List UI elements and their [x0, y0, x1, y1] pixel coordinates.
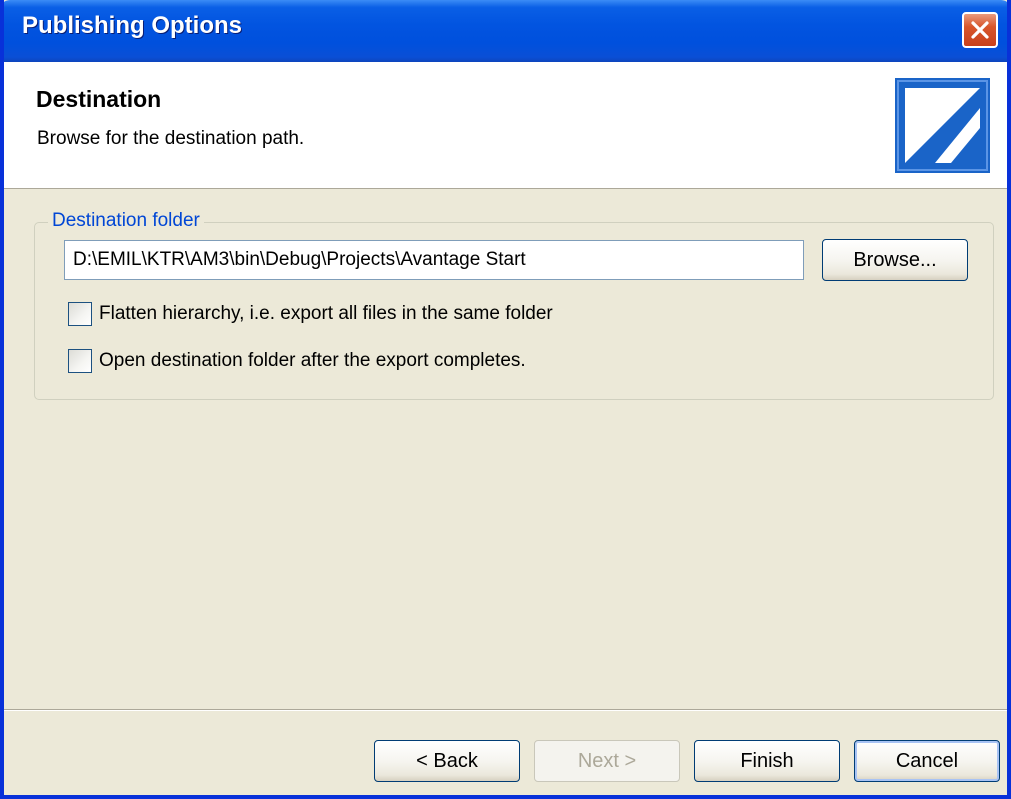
close-icon: [969, 19, 991, 41]
open-folder-checkbox[interactable]: [68, 349, 92, 373]
flatten-hierarchy-checkbox[interactable]: [68, 302, 92, 326]
open-folder-label: Open destination folder after the export…: [99, 350, 526, 371]
wizard-header: Destination Browse for the destination p…: [4, 62, 1007, 189]
app-logo-icon: [895, 78, 990, 173]
close-button[interactable]: [962, 12, 998, 48]
next-button[interactable]: Next >: [534, 740, 680, 782]
title-bar[interactable]: Publishing Options: [4, 0, 1007, 62]
cancel-button[interactable]: Cancel: [854, 740, 1000, 782]
finish-button[interactable]: Finish: [694, 740, 840, 782]
open-folder-option[interactable]: Open destination folder after the export…: [68, 348, 526, 374]
flatten-hierarchy-label: Flatten hierarchy, i.e. export all files…: [99, 303, 553, 324]
publishing-options-dialog: Publishing Options Destination Browse fo…: [0, 0, 1011, 799]
flatten-hierarchy-option[interactable]: Flatten hierarchy, i.e. export all files…: [68, 301, 553, 327]
window-title: Publishing Options: [22, 12, 242, 39]
page-subtitle: Browse for the destination path.: [37, 128, 305, 149]
footer-separator: [4, 709, 1007, 711]
destination-path-input[interactable]: [64, 240, 804, 280]
destination-folder-legend: Destination folder: [48, 210, 204, 232]
browse-button[interactable]: Browse...: [822, 239, 968, 281]
back-button[interactable]: < Back: [374, 740, 520, 782]
page-title: Destination: [36, 86, 162, 112]
